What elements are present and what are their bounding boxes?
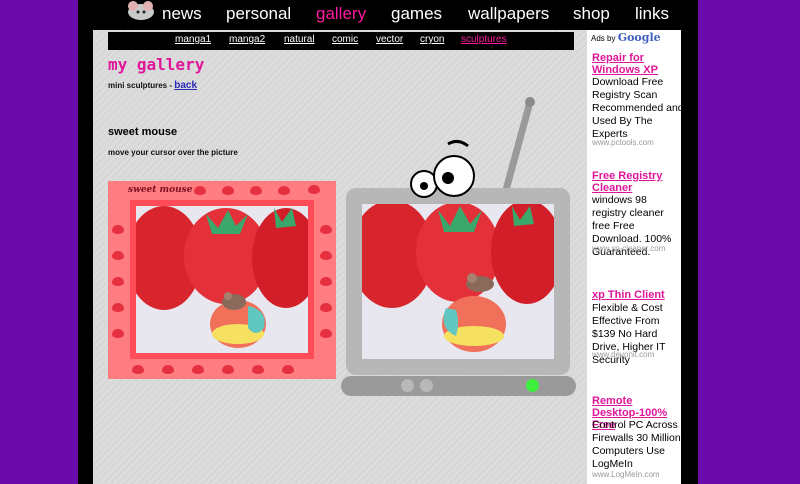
- ad-3-title[interactable]: xp Thin Client: [592, 289, 680, 301]
- subtitle-text: mini sculptures -: [108, 81, 175, 90]
- cartoon-eyes-icon: [410, 139, 475, 198]
- nav-gallery[interactable]: gallery: [316, 4, 366, 24]
- ad-3-url[interactable]: www.devonit.com: [592, 350, 654, 359]
- tv-screen-frame[interactable]: [346, 188, 570, 375]
- subnav-comic[interactable]: comic: [332, 34, 358, 45]
- subnav-cryon[interactable]: cryon: [420, 34, 444, 45]
- strawberry-photo: [136, 206, 308, 353]
- ad-2-url[interactable]: www.xp-cleaner.com: [592, 244, 665, 253]
- ad-4-text: Control PC Across Firewalls 30 Million C…: [592, 419, 681, 470]
- mouse-logo-icon[interactable]: [124, 0, 158, 22]
- nav-shop[interactable]: shop: [573, 4, 610, 24]
- ads-by-brand: Google: [617, 31, 661, 44]
- ad-1-title[interactable]: Repair for Windows XP: [592, 52, 680, 76]
- tv-button-1[interactable]: [401, 379, 414, 392]
- section-title: sweet mouse: [108, 126, 178, 138]
- nav-personal[interactable]: personal: [226, 4, 291, 24]
- subnav-natural[interactable]: natural: [284, 34, 315, 45]
- ad-1-url[interactable]: www.pctools.com: [592, 138, 654, 147]
- tv-button-2[interactable]: [420, 379, 433, 392]
- subnav-sculptures[interactable]: sculptures: [461, 34, 507, 45]
- ad-2-title[interactable]: Free Registry Cleaner: [592, 170, 680, 194]
- ad-1-text: Download Free Registry Scan Recommended …: [592, 76, 684, 140]
- nav-links[interactable]: links: [635, 4, 669, 24]
- nav-games[interactable]: games: [391, 4, 442, 24]
- subnav-manga2[interactable]: manga2: [229, 34, 265, 45]
- power-light-icon: [526, 379, 539, 392]
- ads-by-google[interactable]: Ads by Google: [591, 31, 661, 44]
- ad-4-url[interactable]: www.LogMeIn.com: [592, 470, 660, 479]
- strawberry-photo-large: [362, 204, 554, 359]
- ads-by-prefix: Ads by: [591, 34, 618, 43]
- subnav-manga1[interactable]: manga1: [175, 34, 211, 45]
- subnav-vector[interactable]: vector: [376, 34, 403, 45]
- tv-antenna-icon: [502, 97, 535, 194]
- back-link[interactable]: back: [174, 80, 197, 91]
- instruction-text: move your cursor over the picture: [108, 148, 238, 157]
- framed-picture[interactable]: sweet mouse: [108, 181, 336, 379]
- frame-label: sweet mouse: [128, 185, 193, 195]
- page-title: my gallery: [108, 55, 205, 74]
- nav-news[interactable]: news: [162, 4, 202, 24]
- tv-base: [341, 376, 576, 396]
- frame-border: [130, 200, 314, 359]
- page-subtitle: mini sculptures - back: [108, 80, 197, 91]
- nav-wallpapers[interactable]: wallpapers: [468, 4, 549, 24]
